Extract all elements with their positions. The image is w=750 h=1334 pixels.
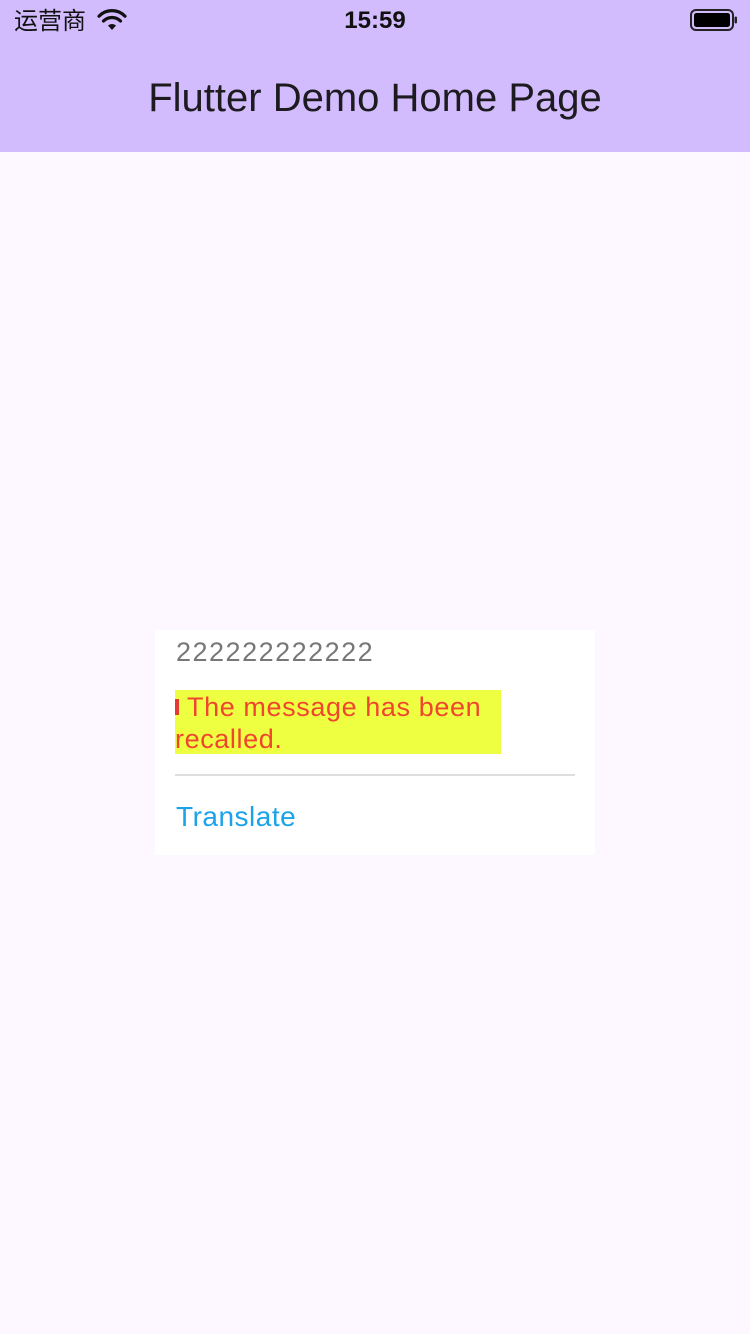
recalled-message-text: The message has been recalled. — [175, 692, 482, 754]
recalled-message-highlight: The message has been recalled. — [175, 690, 501, 754]
translate-button[interactable]: Translate — [176, 800, 296, 834]
status-time: 15:59 — [344, 7, 406, 34]
popup-divider — [175, 774, 575, 776]
message-popup: 222222222222 The message has been recall… — [155, 630, 595, 855]
battery-full-icon — [690, 9, 737, 31]
original-message-text: 222222222222 — [176, 637, 375, 667]
status-bar: 运营商 15:59 — [0, 0, 750, 40]
app-bar: 运营商 15:59 Flutter Demo Home Page — [0, 0, 750, 152]
page-title: Flutter Demo Home Page — [148, 76, 602, 120]
